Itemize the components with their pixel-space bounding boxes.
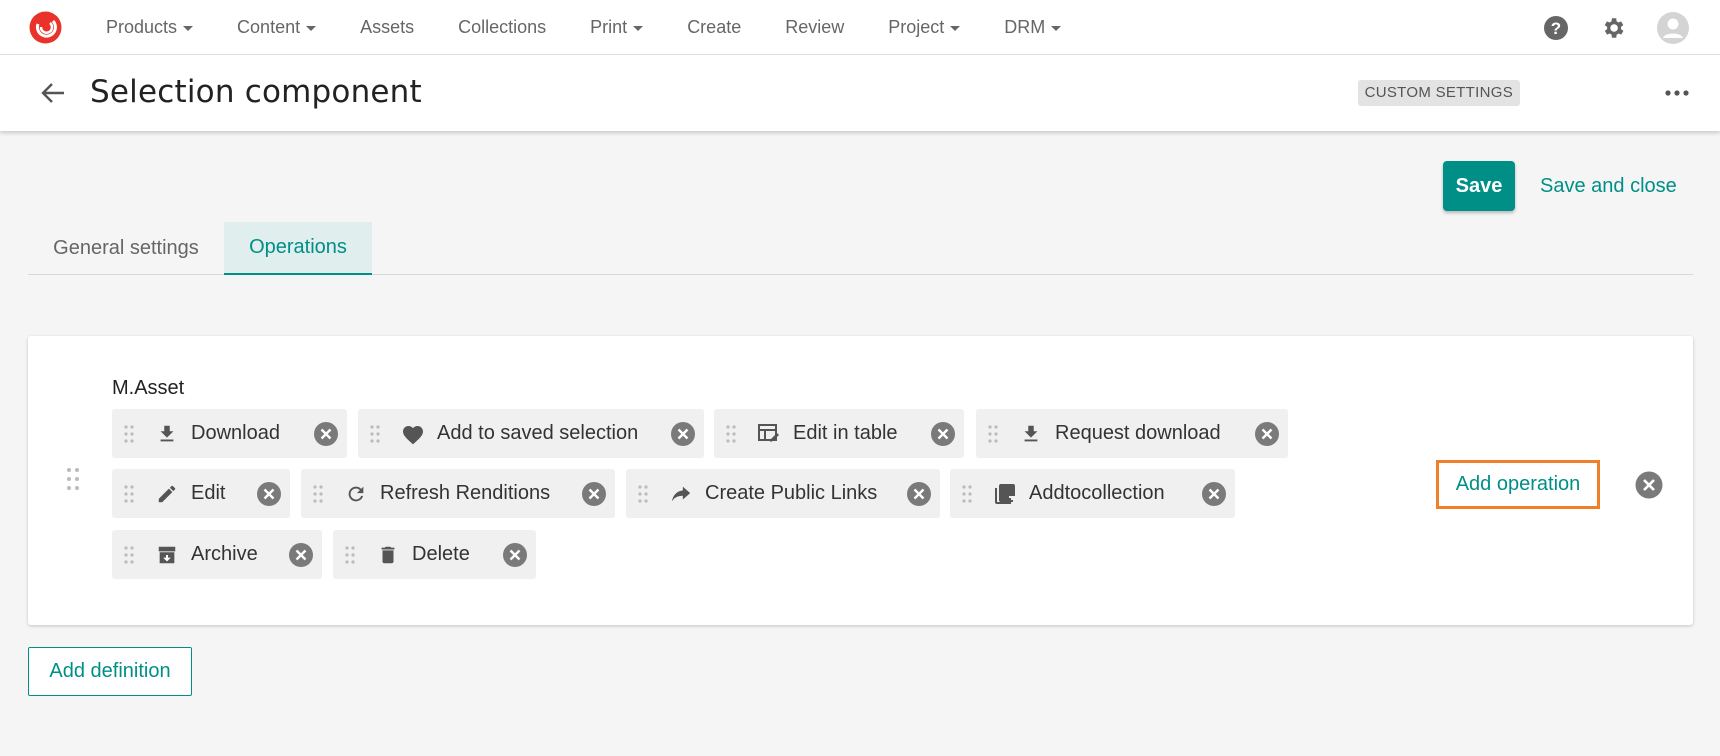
user-avatar-icon[interactable] [1657, 11, 1689, 44]
operation-chip-addtocollection[interactable]: Addtocollection [950, 469, 1235, 518]
save-button[interactable]: Save [1443, 161, 1515, 211]
refresh-icon [343, 481, 369, 507]
archive-icon [154, 542, 180, 568]
remove-operation-icon[interactable] [1254, 421, 1280, 447]
drag-handle-icon[interactable] [122, 484, 136, 503]
chevron-down-icon [633, 26, 644, 31]
custom-settings-badge: CUSTOM SETTINGS [1357, 80, 1520, 106]
add-definition-button[interactable]: Add definition [28, 647, 192, 696]
page-header: Selection component CUSTOM SETTINGS [0, 55, 1720, 131]
operation-label: Archive [191, 543, 258, 565]
operation-chip-edit[interactable]: Edit [112, 469, 290, 518]
drag-handle-icon[interactable] [636, 484, 650, 503]
drag-handle-icon[interactable] [724, 424, 738, 443]
remove-operation-icon[interactable] [313, 421, 339, 447]
operation-label: Download [191, 422, 280, 444]
nav-products-label: Products [106, 17, 178, 37]
remove-operation-icon[interactable] [1201, 481, 1227, 507]
remove-operation-icon[interactable] [930, 421, 956, 447]
operation-chip-request-download[interactable]: Request download [976, 409, 1288, 458]
nav-print[interactable]: Print [568, 0, 665, 55]
remove-operation-icon[interactable] [581, 481, 607, 507]
chevron-down-icon [306, 26, 317, 31]
back-arrow-icon[interactable] [38, 78, 68, 108]
tab-operations[interactable]: Operations [224, 222, 372, 275]
chevron-down-icon [1051, 26, 1062, 31]
add-operation-button[interactable]: Add operation [1436, 460, 1600, 509]
nav-project-label: Project [888, 17, 945, 37]
nav-products[interactable]: Products [84, 0, 215, 55]
nav-create-label: Create [687, 17, 742, 37]
nav-content[interactable]: Content [215, 0, 338, 55]
table-edit-icon [756, 421, 782, 447]
nav-assets[interactable]: Assets [338, 0, 436, 55]
save-and-close-button[interactable]: Save and close [1540, 168, 1677, 204]
download-icon [154, 421, 180, 447]
definition-card: M.Asset Download Add to saved selection … [28, 336, 1693, 625]
remove-operation-icon[interactable] [502, 542, 528, 568]
operation-label: Add to saved selection [437, 422, 639, 444]
nav-create[interactable]: Create [665, 0, 763, 55]
app-logo-icon[interactable] [28, 10, 63, 45]
drag-handle-icon[interactable] [368, 424, 382, 443]
nav-drm-label: DRM [1004, 17, 1046, 37]
chevron-down-icon [183, 26, 194, 31]
nav-print-label: Print [590, 17, 628, 37]
definition-title: M.Asset [112, 377, 185, 399]
drag-handle-icon[interactable] [986, 424, 1000, 443]
drag-handle-icon[interactable] [122, 424, 136, 443]
nav-drm[interactable]: DRM [982, 0, 1083, 55]
tab-general-settings[interactable]: General settings [28, 222, 224, 275]
remove-operation-icon[interactable] [288, 542, 314, 568]
operation-label: Refresh Renditions [380, 482, 551, 504]
nav-project[interactable]: Project [866, 0, 982, 55]
nav-assets-label: Assets [360, 17, 415, 37]
nav-review-label: Review [785, 17, 845, 37]
svg-text:?: ? [1551, 19, 1561, 38]
operation-chip-add-to-saved-selection[interactable]: Add to saved selection [358, 409, 704, 458]
operation-label: Request download [1055, 422, 1221, 444]
drag-handle-icon[interactable] [122, 545, 136, 564]
operation-chip-download[interactable]: Download [112, 409, 347, 458]
definition-drag-handle-icon[interactable] [66, 467, 80, 496]
operation-chip-delete[interactable]: Delete [333, 530, 536, 579]
remove-definition-icon[interactable] [1635, 471, 1663, 499]
help-icon[interactable]: ? [1543, 15, 1569, 41]
share-arrow-icon [668, 481, 694, 507]
add-to-collection-icon [992, 481, 1018, 507]
operation-label: Edit [191, 482, 226, 504]
nav-collections-label: Collections [458, 17, 547, 37]
remove-operation-icon[interactable] [670, 421, 696, 447]
remove-operation-icon[interactable] [256, 481, 282, 507]
operation-label: Addtocollection [1029, 482, 1165, 504]
drag-handle-icon[interactable] [960, 484, 974, 503]
settings-tabs: General settings Operations [28, 222, 1693, 275]
nav-collections[interactable]: Collections [436, 0, 568, 55]
operation-label: Create Public Links [705, 482, 878, 504]
heart-icon [400, 421, 426, 447]
nav-content-label: Content [237, 17, 301, 37]
operation-chip-create-public-links[interactable]: Create Public Links [626, 469, 940, 518]
chevron-down-icon [950, 26, 961, 31]
drag-handle-icon[interactable] [311, 484, 325, 503]
more-options-icon[interactable] [1662, 80, 1692, 106]
operation-chip-archive[interactable]: Archive [112, 530, 322, 579]
gear-icon[interactable] [1600, 15, 1626, 41]
nav-review[interactable]: Review [763, 0, 866, 55]
operation-chip-edit-in-table[interactable]: Edit in table [714, 409, 964, 458]
operation-label: Delete [412, 543, 470, 565]
remove-operation-icon[interactable] [906, 481, 932, 507]
top-navigation: Products Content Assets Collections Prin… [0, 0, 1720, 55]
download-icon [1018, 421, 1044, 447]
trash-icon [375, 542, 401, 568]
page-title: Selection component [90, 74, 422, 110]
operation-chip-refresh-renditions[interactable]: Refresh Renditions [301, 469, 615, 518]
operation-label: Edit in table [793, 422, 898, 444]
drag-handle-icon[interactable] [343, 545, 357, 564]
pencil-icon [154, 481, 180, 507]
